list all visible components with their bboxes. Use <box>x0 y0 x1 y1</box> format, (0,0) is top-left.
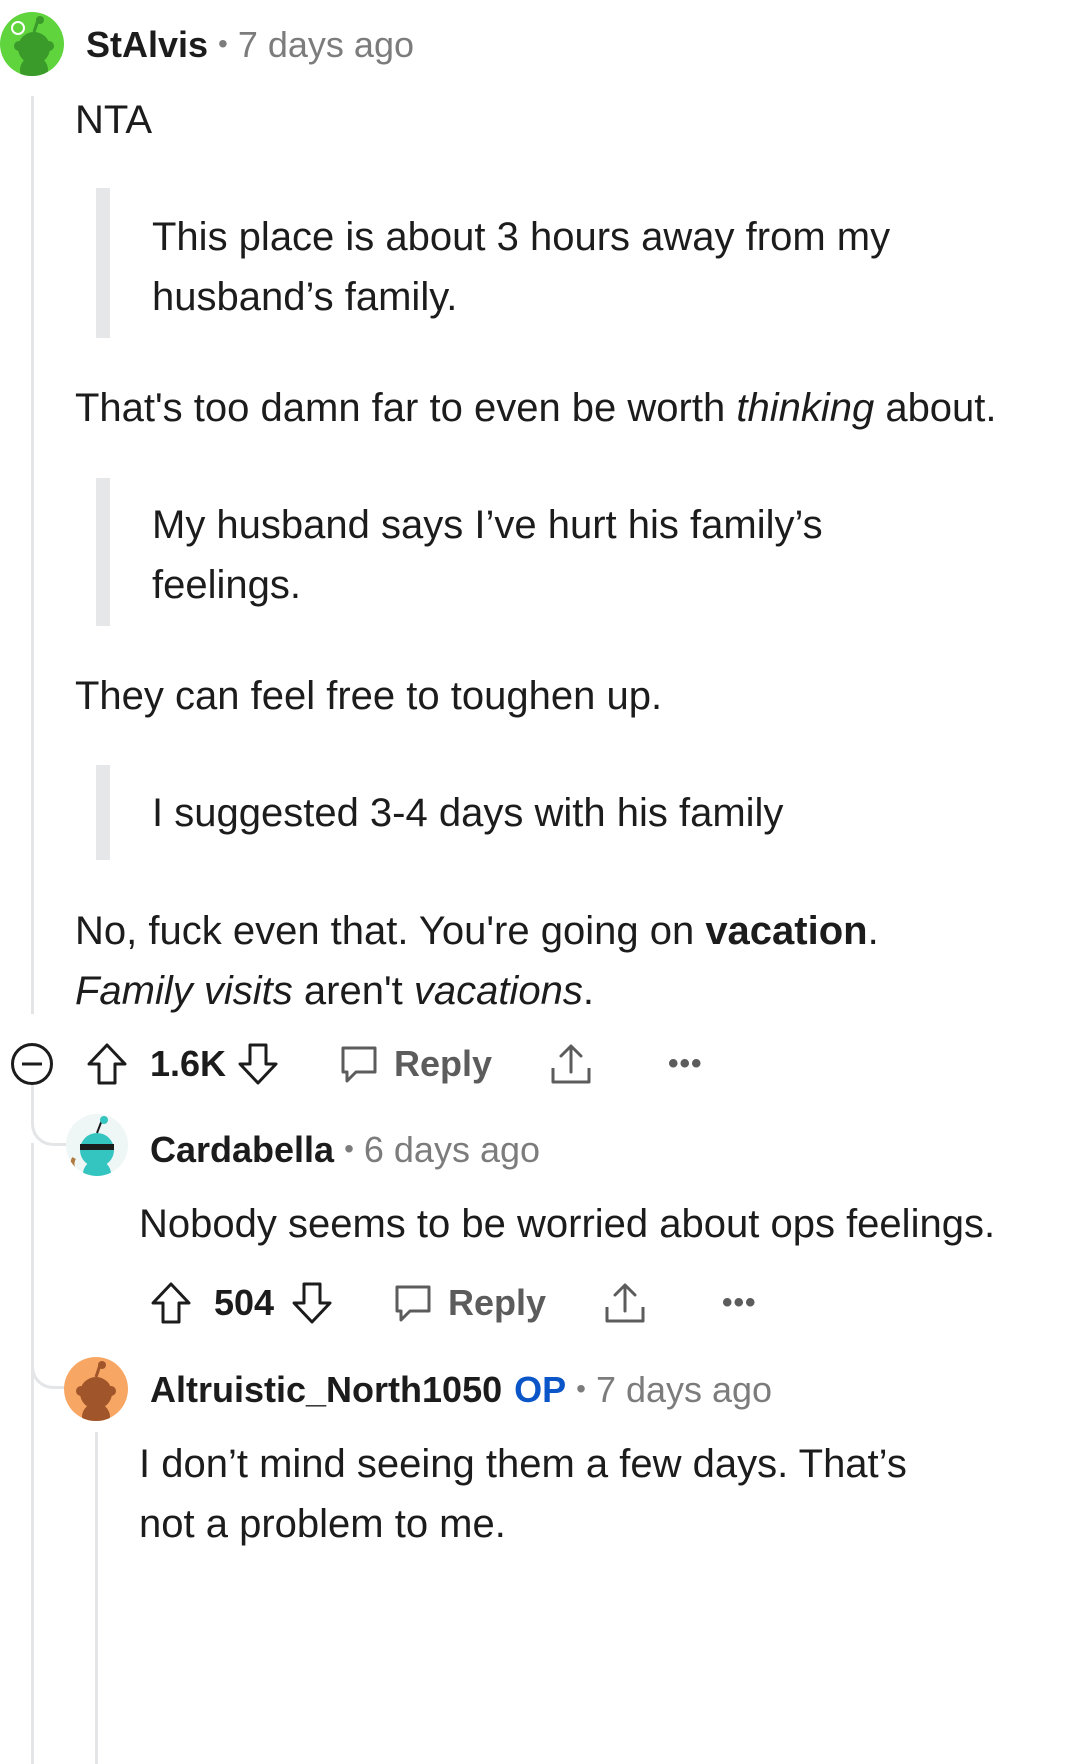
downvote-button[interactable] <box>237 1034 279 1094</box>
snoo-avatar-icon <box>76 1361 116 1421</box>
timestamp[interactable]: 7 days ago <box>596 1369 772 1410</box>
thread-curve-reply-1 <box>31 1085 70 1146</box>
snoo-avatar-icon <box>11 16 54 76</box>
reply-label: Reply <box>448 1282 547 1323</box>
reply-label: Reply <box>394 1043 493 1084</box>
thread-line-reply-2 <box>95 1432 98 1764</box>
avatar[interactable] <box>0 12 64 76</box>
timestamp[interactable]: 7 days ago <box>238 24 414 65</box>
share-upload-icon <box>551 1044 591 1084</box>
share-button[interactable] <box>603 1273 647 1333</box>
op-badge: OP <box>514 1369 567 1410</box>
italic-text: vacations <box>413 969 583 1013</box>
meta-separator: • <box>344 1133 354 1164</box>
avatar[interactable] <box>66 1114 128 1176</box>
bold-text: vacation <box>705 909 868 953</box>
text-run: . <box>582 969 594 1013</box>
italic-text: thinking <box>736 386 875 430</box>
vote-count: 504 <box>214 1282 275 1323</box>
timestamp[interactable]: 6 days ago <box>364 1129 540 1170</box>
text-run: No, fuck even that. You're going on <box>75 909 706 953</box>
collapse-minus-icon <box>11 1043 53 1085</box>
text-run: That's too damn far to even be worth <box>75 386 737 430</box>
thread-line-main <box>31 96 34 1014</box>
upvote-button[interactable] <box>86 1034 128 1094</box>
username[interactable]: StAlvis <box>86 24 208 65</box>
snoo-avatar-icon <box>70 1116 114 1176</box>
share-upload-icon <box>605 1283 645 1323</box>
share-button[interactable] <box>549 1034 593 1094</box>
reply-bubble-icon <box>395 1285 431 1322</box>
thread-line-continue <box>31 1143 34 1764</box>
blockquote-bar <box>96 765 110 860</box>
text-run: . <box>867 909 879 953</box>
comment-meta: StAlvis • 7 days ago <box>86 22 414 67</box>
upvote-button[interactable] <box>150 1273 192 1333</box>
comment-paragraph: They can feel free to toughen up. <box>75 674 663 718</box>
comment-paragraph: No, fuck even that. You're going on vaca… <box>75 901 955 1021</box>
comment-meta: Cardabella • 6 days ago <box>150 1127 540 1172</box>
reply-button[interactable]: Reply <box>392 1273 546 1333</box>
collapse-button[interactable] <box>10 1034 54 1094</box>
blockquote-bar <box>96 188 110 338</box>
comment-paragraph: I don’t mind seeing them a few days. Tha… <box>139 1442 907 1546</box>
text-run: about. <box>874 386 997 430</box>
downvote-button[interactable] <box>291 1273 333 1333</box>
comment-paragraph: Nobody seems to be worried about ops fee… <box>139 1202 996 1246</box>
downvote-arrow-icon <box>292 1282 332 1324</box>
username[interactable]: Altruistic_North1050 <box>150 1369 502 1410</box>
text-run: aren't <box>292 969 414 1013</box>
reply-bubble-icon <box>341 1046 377 1083</box>
blockquote-text: I suggested 3-4 days with his family <box>152 791 784 835</box>
more-options-button[interactable]: ••• <box>668 1034 703 1094</box>
blockquote-text: My husband says I’ve hurt his family’s f… <box>152 503 823 607</box>
downvote-arrow-icon <box>238 1043 278 1085</box>
vote-count: 1.6K <box>150 1043 227 1084</box>
upvote-arrow-icon <box>87 1043 127 1085</box>
blockquote-bar <box>96 478 110 626</box>
blockquote-text: This place is about 3 hours away from my… <box>152 215 891 319</box>
more-options-button[interactable]: ••• <box>722 1273 757 1333</box>
italic-text: Family visits <box>75 969 293 1013</box>
meta-separator: • <box>576 1373 586 1404</box>
reply-button[interactable]: Reply <box>338 1034 492 1094</box>
comment-paragraph: That's too damn far to even be worth thi… <box>75 378 997 438</box>
username[interactable]: Cardabella <box>150 1129 334 1170</box>
comment-meta: Altruistic_North1050 OP • 7 days ago <box>150 1367 772 1412</box>
comment-paragraph: NTA <box>75 98 153 142</box>
avatar[interactable] <box>64 1357 128 1421</box>
meta-separator: • <box>218 28 228 59</box>
upvote-arrow-icon <box>151 1282 191 1324</box>
